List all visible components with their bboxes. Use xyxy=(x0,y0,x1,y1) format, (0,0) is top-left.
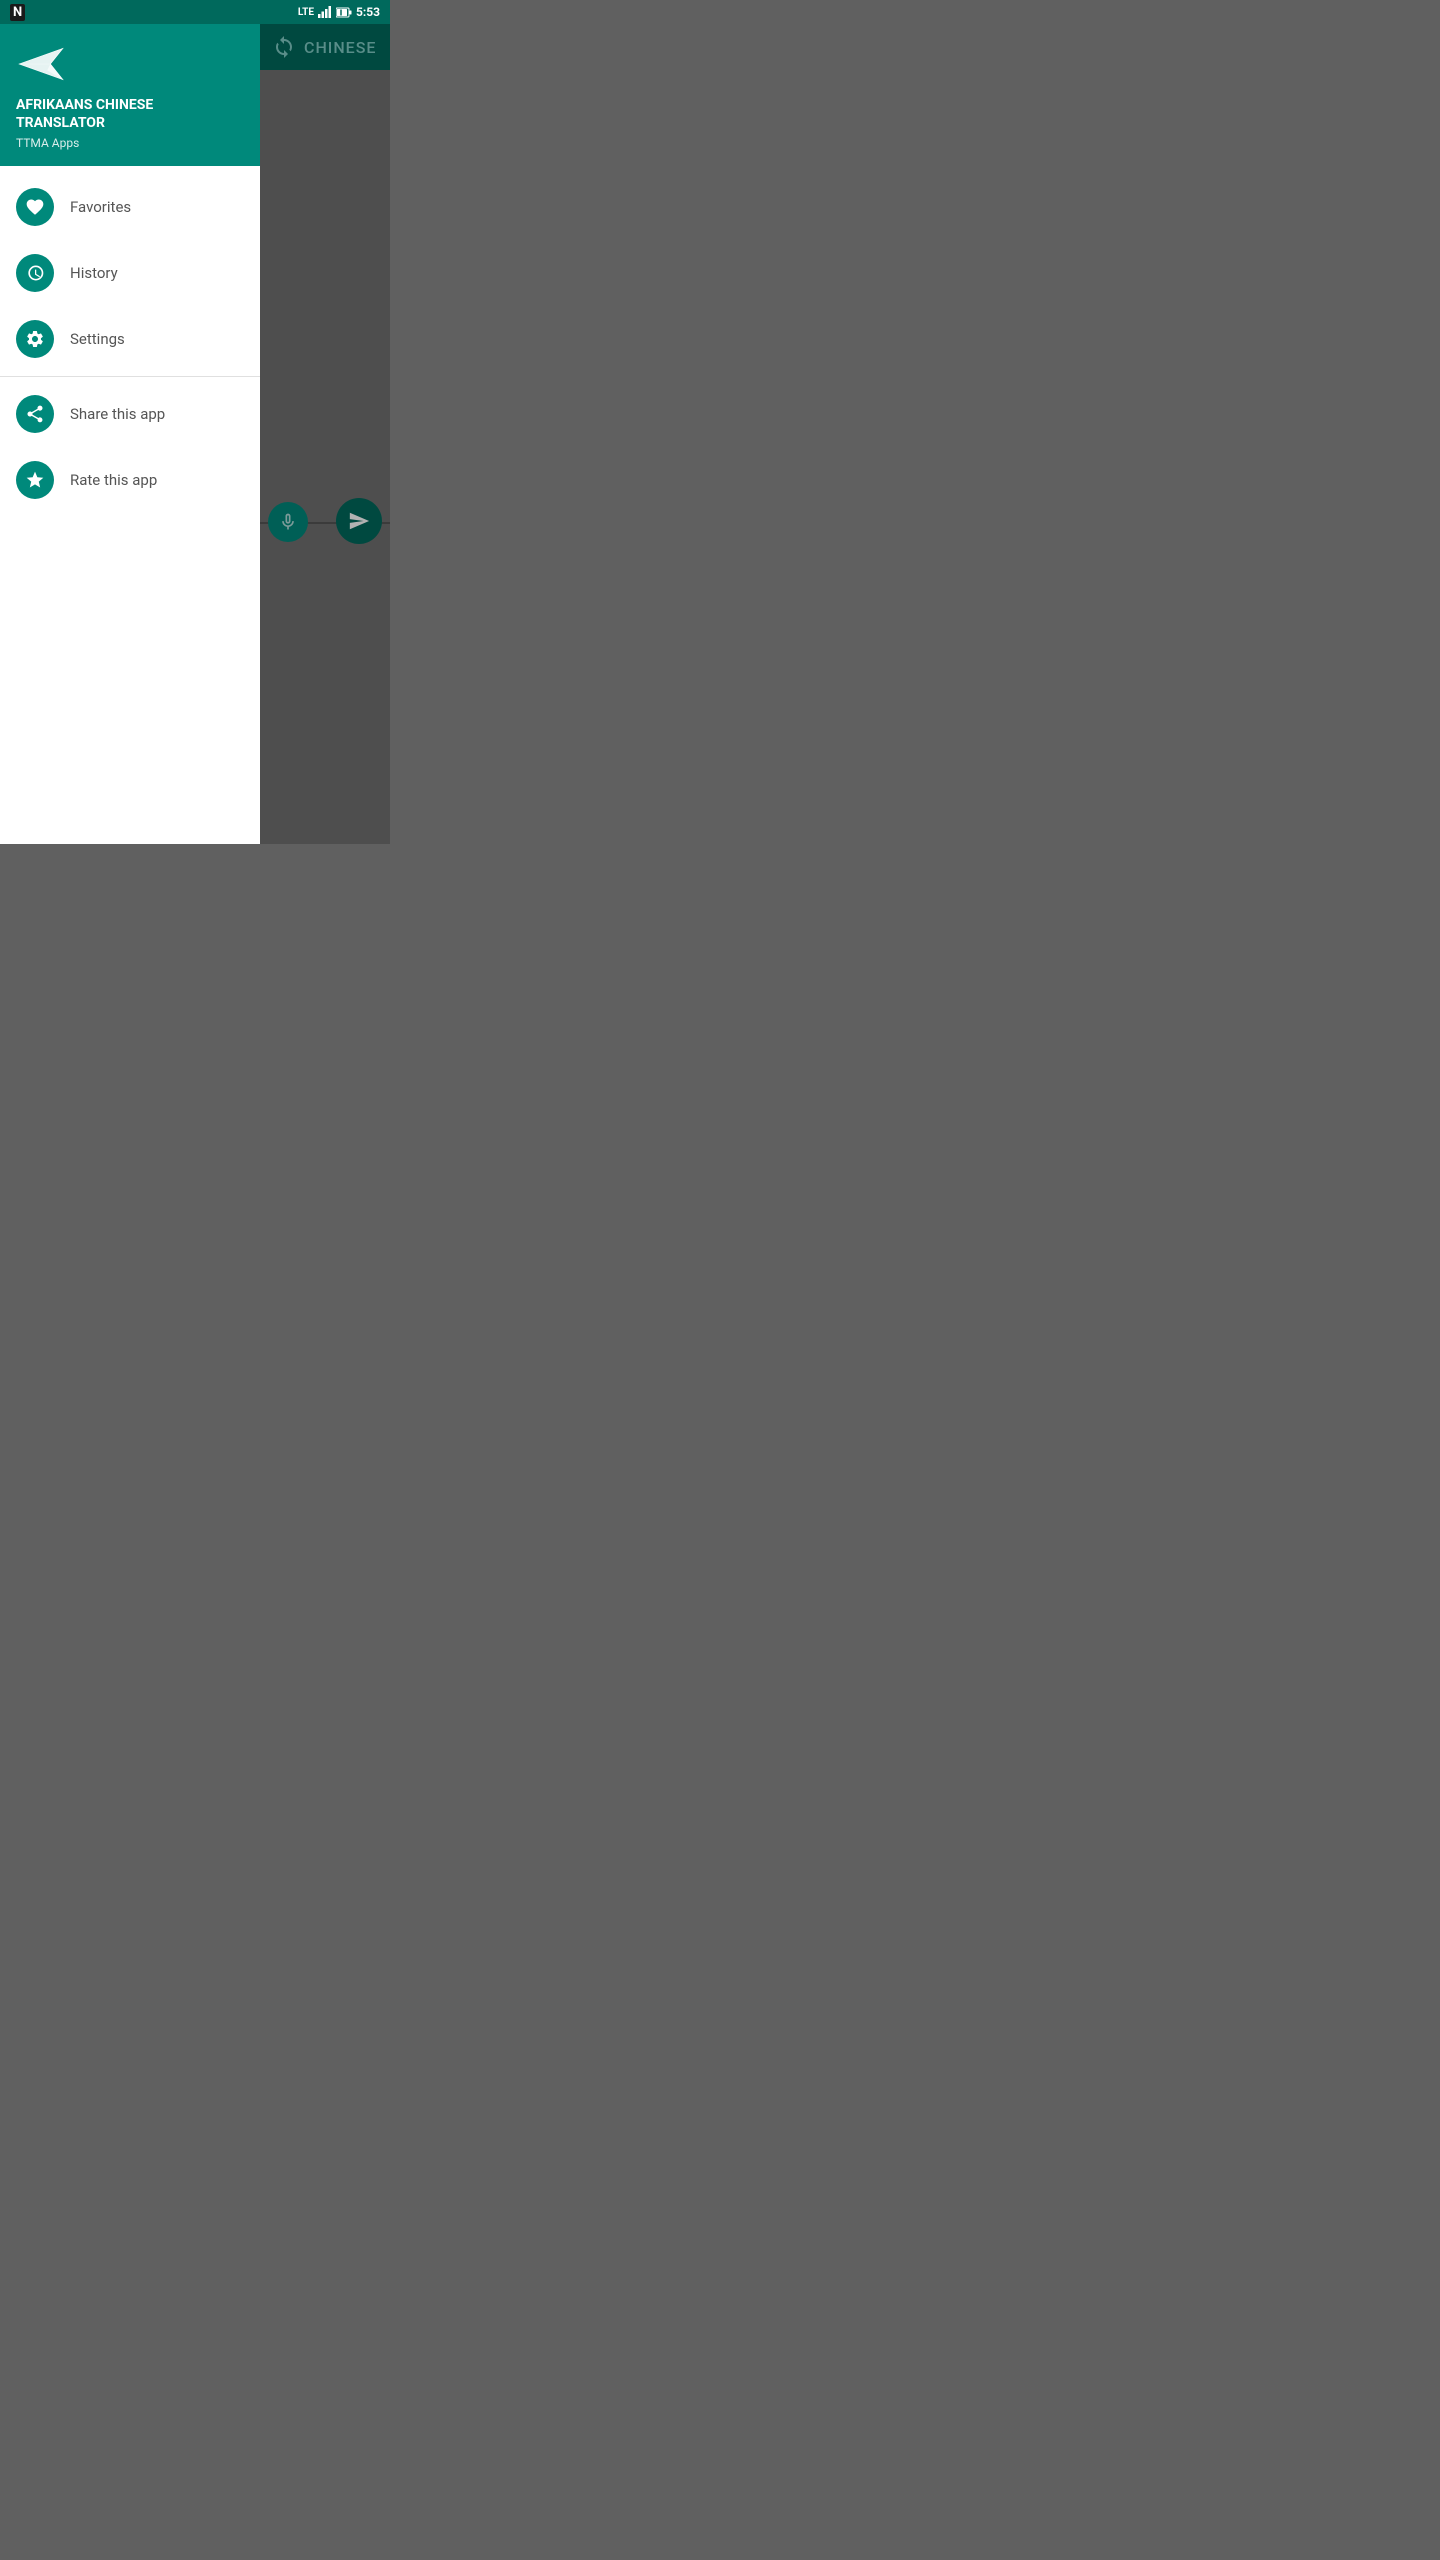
settings-label: Settings xyxy=(70,330,125,348)
status-bar-left: N xyxy=(10,4,25,21)
heart-icon xyxy=(25,197,45,217)
app-logo-container xyxy=(16,44,244,84)
share-icon-circle xyxy=(16,395,54,433)
time-display: 5:53 xyxy=(356,5,380,19)
drawer-overlay[interactable] xyxy=(260,24,390,844)
settings-icon-circle xyxy=(16,320,54,358)
share-label: Share this app xyxy=(70,405,165,423)
drawer-header: AFRIKAANS CHINESE TRANSLATOR TTMA Apps xyxy=(0,24,260,166)
star-icon xyxy=(25,470,45,490)
battery-icon xyxy=(336,7,352,18)
status-bar-right: LTE 5:53 xyxy=(298,5,380,19)
sidebar-item-rate[interactable]: Rate this app xyxy=(0,447,260,513)
sidebar-item-settings[interactable]: Settings xyxy=(0,306,260,372)
drawer: AFRIKAANS CHINESE TRANSLATOR TTMA Apps F… xyxy=(0,24,260,844)
menu-divider xyxy=(0,376,260,377)
sidebar-item-favorites[interactable]: Favorites xyxy=(0,174,260,240)
history-label: History xyxy=(70,264,118,282)
lte-indicator: LTE xyxy=(298,7,314,18)
rate-label: Rate this app xyxy=(70,471,157,489)
sidebar-item-history[interactable]: History xyxy=(0,240,260,306)
status-bar: N LTE 5:53 xyxy=(0,0,390,24)
company-label: TTMA Apps xyxy=(16,136,244,150)
main-container: AFRIKAANS CHINESE TRANSLATOR TTMA Apps F… xyxy=(0,24,390,844)
drawer-app-info: AFRIKAANS CHINESE TRANSLATOR TTMA Apps xyxy=(16,84,244,150)
favorites-icon-circle xyxy=(16,188,54,226)
drawer-menu: Favorites History Settings xyxy=(0,166,260,844)
favorites-label: Favorites xyxy=(70,198,131,216)
gear-icon xyxy=(25,329,45,349)
clock-icon xyxy=(25,263,45,283)
share-icon xyxy=(25,404,45,424)
sidebar-item-share[interactable]: Share this app xyxy=(0,381,260,447)
rate-icon-circle xyxy=(16,461,54,499)
app-logo-icon xyxy=(16,44,66,84)
app-name-label: AFRIKAANS CHINESE TRANSLATOR xyxy=(16,96,244,132)
history-icon-circle xyxy=(16,254,54,292)
n-logo: N xyxy=(10,4,25,21)
signal-icon xyxy=(318,6,332,18)
